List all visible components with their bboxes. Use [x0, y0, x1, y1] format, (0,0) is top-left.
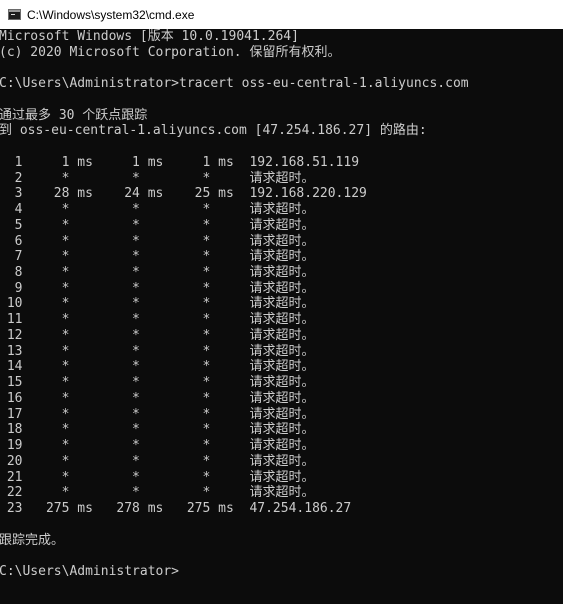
- console-line: 13 * * * 请求超时。: [0, 343, 315, 359]
- console-line: 8 * * * 请求超时。: [0, 265, 315, 281]
- console-line: Microsoft Windows [版本 10.0.19041.264]: [0, 29, 299, 44]
- console-line: 14 * * * 请求超时。: [0, 359, 315, 375]
- console-line: 23 275 ms 278 ms 275 ms 47.254.186.27: [0, 501, 352, 517]
- console-line: 17 * * * 请求超时。: [0, 406, 315, 422]
- console-line: 通过最多 30 个跃点跟踪: [0, 107, 148, 123]
- console-line: 19 * * * 请求超时。: [0, 438, 315, 454]
- console-line: (c) 2020 Microsoft Corporation. 保留所有权利。: [0, 44, 341, 60]
- console-line: 9 * * * 请求超时。: [0, 280, 315, 296]
- console-line: 到 oss-eu-central-1.aliyuncs.com [47.254.…: [0, 123, 427, 139]
- console-line: 20 * * * 请求超时。: [0, 453, 315, 469]
- console-line: 11 * * * 请求超时。: [0, 312, 315, 328]
- console-line: C:\Users\Administrator>tracert oss-eu-ce…: [0, 76, 469, 92]
- console-line: 15 * * * 请求超时。: [0, 375, 315, 391]
- console-line: 22 * * * 请求超时。: [0, 485, 315, 501]
- window-title: C:\Windows\system32\cmd.exe: [27, 7, 195, 22]
- console-line: C:\Users\Administrator>: [0, 563, 180, 579]
- console-line: 18 * * * 请求超时。: [0, 422, 315, 438]
- cmd-window: C:\Windows\system32\cmd.exe Microsoft Wi…: [0, 0, 563, 604]
- console-line: 2 * * * 请求超时。: [0, 170, 315, 186]
- console-line: 5 * * * 请求超时。: [0, 217, 315, 233]
- title-bar[interactable]: C:\Windows\system32\cmd.exe: [0, 0, 563, 29]
- console-line: 6 * * * 请求超时。: [0, 233, 315, 249]
- console-output[interactable]: Microsoft Windows [版本 10.0.19041.264] (c)…: [0, 29, 563, 604]
- console-line: 7 * * * 请求超时。: [0, 249, 315, 265]
- console-line: 10 * * * 请求超时。: [0, 296, 315, 312]
- console-line: 1 1 ms 1 ms 1 ms 192.168.51.119: [0, 154, 360, 170]
- console-line: 12 * * * 请求超时。: [0, 327, 315, 343]
- console-line: 16 * * * 请求超时。: [0, 390, 315, 406]
- cmd-console-icon: [8, 9, 21, 20]
- console-line: 21 * * * 请求超时。: [0, 469, 315, 485]
- console-line: 4 * * * 请求超时。: [0, 202, 315, 218]
- console-line: 3 28 ms 24 ms 25 ms 192.168.220.129: [0, 186, 367, 202]
- console-line: 跟踪完成。: [0, 532, 65, 548]
